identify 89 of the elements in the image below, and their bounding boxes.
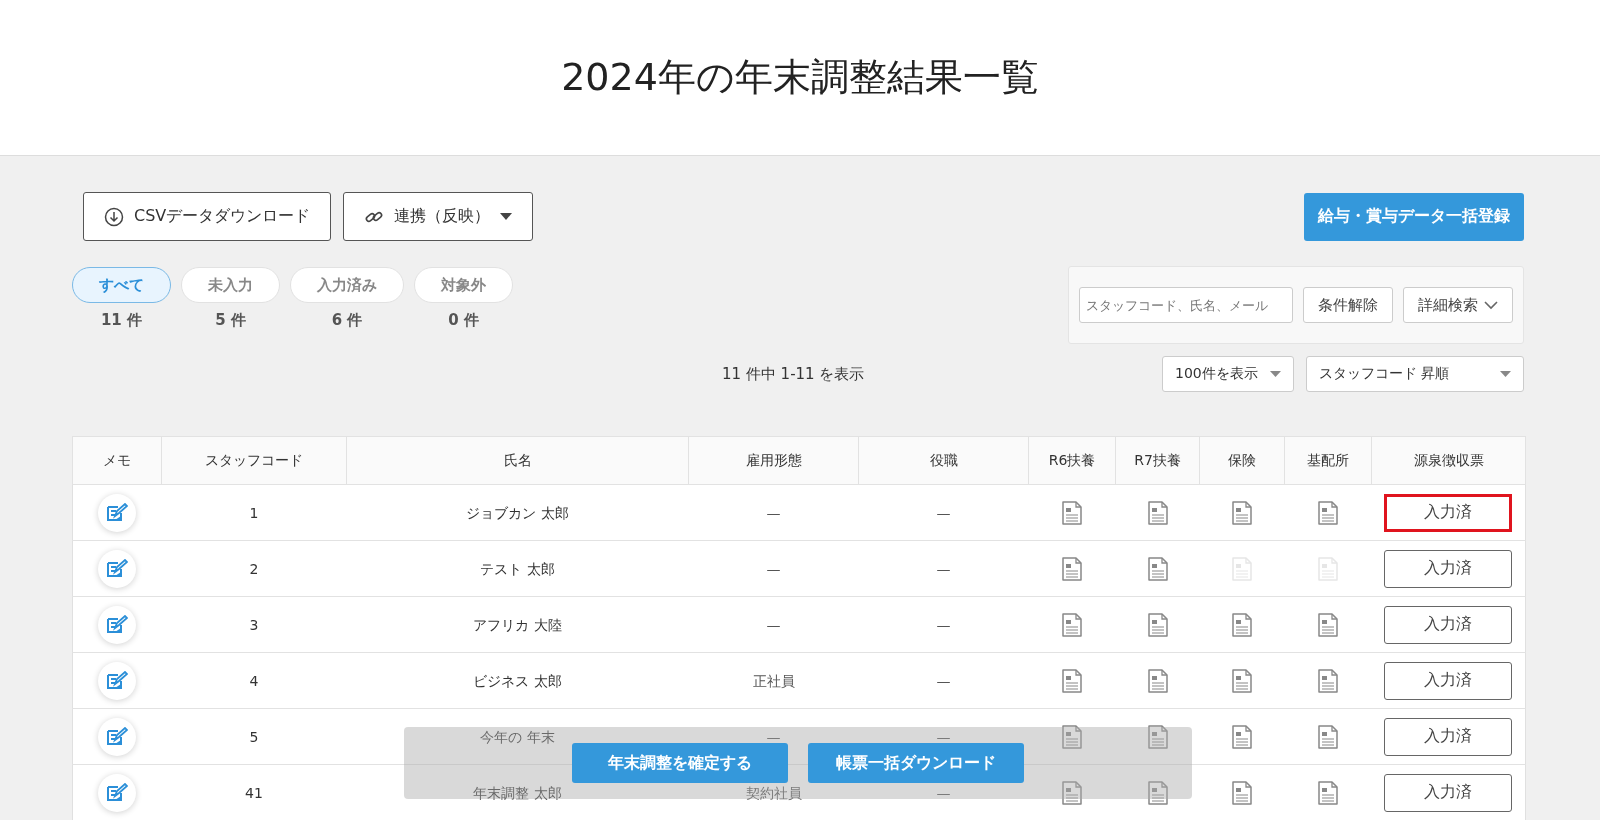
table-cell: — (858, 540, 1029, 597)
memo-button[interactable] (98, 773, 137, 812)
document-icon[interactable] (1061, 667, 1083, 694)
document-icon[interactable] (1317, 499, 1339, 526)
table-cell: — (688, 540, 859, 597)
status-button[interactable]: 入力済 (1384, 717, 1513, 756)
table-cell: — (688, 596, 859, 653)
edit-note-icon (106, 726, 129, 747)
column-header: 基配所 (1284, 436, 1372, 485)
status-button[interactable]: 入力済 (1384, 549, 1513, 588)
document-icon[interactable] (1146, 723, 1169, 750)
document-icon[interactable] (1061, 611, 1083, 638)
csv-download-button[interactable]: CSVデータダウンロード (83, 192, 332, 241)
memo-button[interactable] (98, 661, 137, 700)
column-header: メモ (72, 436, 162, 485)
document-icon[interactable] (1317, 779, 1339, 806)
filter-tab[interactable]: 入力済み (290, 267, 404, 303)
table-cell: 4 (161, 652, 347, 709)
download-icon (104, 206, 124, 227)
edit-note-icon (106, 558, 129, 579)
table-cell: ビジネス 太郎 (346, 652, 689, 709)
column-header: スタッフコード (161, 436, 347, 485)
document-icon[interactable] (1231, 723, 1253, 750)
memo-button[interactable] (98, 549, 137, 588)
table-cell: — (858, 484, 1029, 541)
filter-tab[interactable]: 対象外 (414, 267, 513, 303)
document-icon[interactable] (1231, 667, 1253, 694)
table-cell: — (858, 652, 1029, 709)
status-button[interactable]: 入力済 (1384, 493, 1513, 532)
chevron-down-icon (1484, 300, 1498, 310)
sort-select[interactable]: スタッフコード 昇順 (1306, 356, 1524, 392)
search-field[interactable]: スタッフコード、氏名、メール (1079, 287, 1293, 323)
column-header: 氏名 (346, 436, 689, 485)
document-icon[interactable] (1317, 667, 1339, 694)
advanced-search-button[interactable]: 詳細検索 (1403, 287, 1513, 323)
table-cell: 5 (161, 708, 347, 765)
status-button[interactable]: 入力済 (1384, 773, 1513, 812)
memo-button[interactable] (98, 717, 137, 756)
filter-count: 11 件 (100, 311, 143, 330)
filter-tab[interactable]: 未入力 (181, 267, 280, 303)
memo-button[interactable] (98, 493, 137, 532)
filter-count: 0 件 (448, 311, 479, 330)
result-summary: 11 件中 1-11 を表示 (722, 365, 865, 384)
edit-note-icon (106, 614, 129, 635)
table-cell: テスト 太郎 (346, 540, 689, 597)
page-size-select[interactable]: 100件を表示 (1162, 356, 1294, 392)
column-header: R7扶養 (1115, 436, 1200, 485)
document-icon[interactable] (1061, 555, 1083, 582)
column-header: R6扶養 (1028, 436, 1116, 485)
document-icon[interactable] (1146, 555, 1169, 582)
table-cell: 41 (161, 764, 347, 820)
table-cell: — (688, 484, 859, 541)
document-icon[interactable] (1061, 779, 1083, 806)
document-icon[interactable] (1317, 723, 1339, 750)
document-icon[interactable] (1061, 499, 1083, 526)
table-cell: 2 (161, 540, 347, 597)
document-icon[interactable] (1231, 499, 1253, 526)
table-cell: 3 (161, 596, 347, 653)
document-icon[interactable] (1146, 611, 1169, 638)
table-cell: 1 (161, 484, 347, 541)
caret-icon (1270, 370, 1281, 378)
filter-count: 5 件 (215, 311, 246, 330)
edit-note-icon (106, 782, 129, 803)
status-button[interactable]: 入力済 (1384, 661, 1513, 700)
column-header: 役職 (858, 436, 1029, 485)
document-icon[interactable] (1231, 611, 1253, 638)
document-icon[interactable] (1061, 723, 1083, 750)
status-button[interactable]: 入力済 (1384, 605, 1513, 644)
caret-icon (500, 212, 513, 221)
document-icon[interactable] (1146, 499, 1169, 526)
table-cell: 正社員 (688, 652, 859, 709)
document-icon[interactable] (1146, 667, 1169, 694)
table-cell: ジョブカン 太郎 (346, 484, 689, 541)
document-icon[interactable] (1231, 779, 1253, 806)
column-header: 雇用形態 (688, 436, 859, 485)
caret-icon (1500, 370, 1511, 378)
edit-note-icon (106, 502, 129, 523)
column-header: 源泉徴収票 (1371, 436, 1526, 485)
filter-count: 6 件 (331, 311, 363, 330)
clear-filter-button[interactable]: 条件解除 (1303, 287, 1393, 323)
table-cell: アフリカ 大陸 (346, 596, 689, 653)
page-title: 2024年の年末調整結果一覧 (561, 54, 1039, 101)
edit-note-icon (106, 670, 129, 691)
column-header: 保険 (1199, 436, 1285, 485)
memo-button[interactable] (98, 605, 137, 644)
document-icon[interactable] (1146, 779, 1169, 806)
link-dropdown-button[interactable]: 連携（反映） (343, 192, 534, 241)
table-cell: — (858, 596, 1029, 653)
document-icon[interactable] (1317, 611, 1339, 638)
